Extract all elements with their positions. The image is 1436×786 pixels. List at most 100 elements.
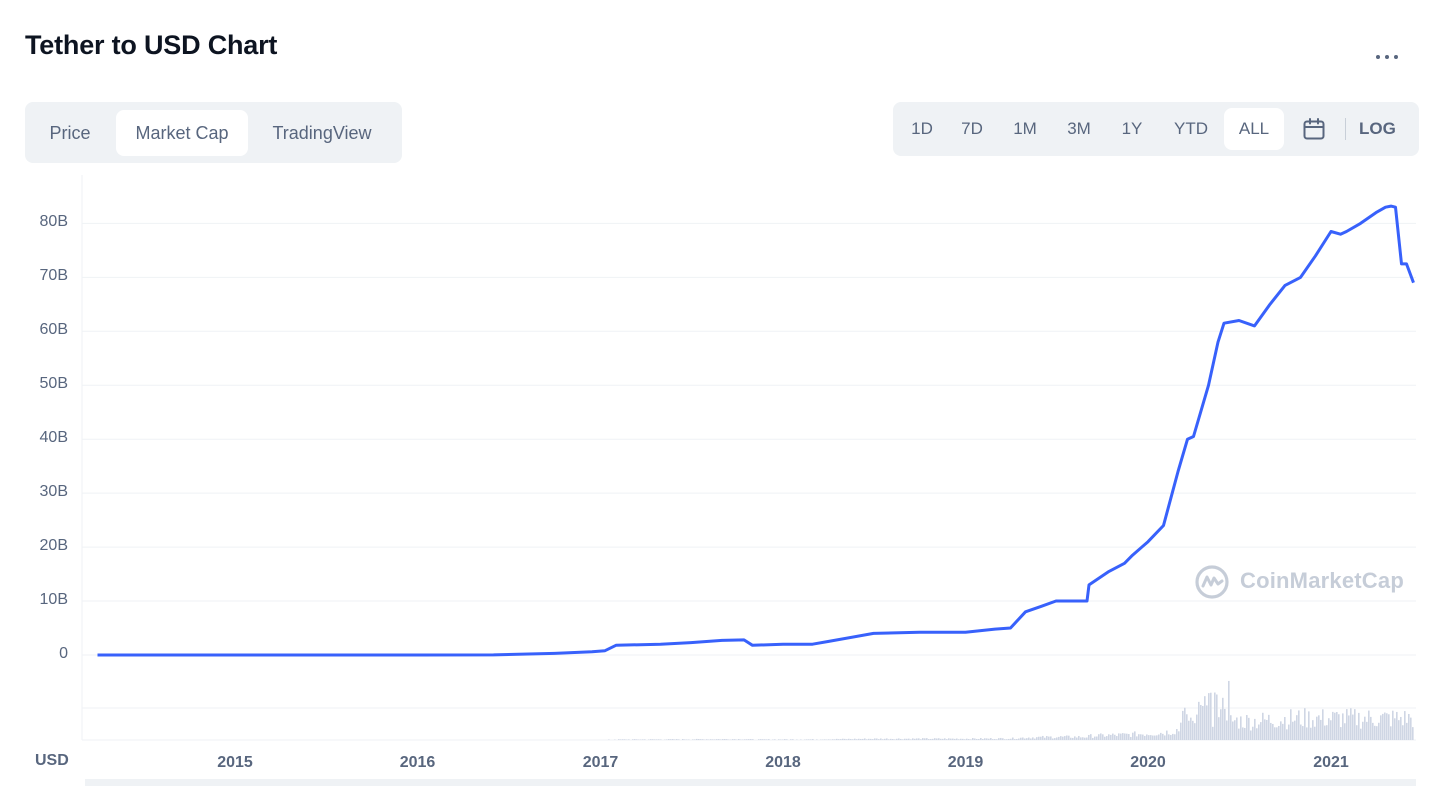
volume-bar bbox=[886, 738, 888, 740]
volume-bar bbox=[982, 738, 984, 740]
volume-bar bbox=[1054, 738, 1056, 740]
volume-bar bbox=[1356, 725, 1358, 740]
volume-bar bbox=[1232, 721, 1234, 740]
volume-bar bbox=[1018, 738, 1020, 740]
volume-bar bbox=[744, 739, 746, 740]
volume-bar bbox=[1402, 725, 1404, 740]
volume-bar bbox=[910, 739, 912, 740]
volume-bar bbox=[698, 739, 700, 740]
volume-bar bbox=[894, 739, 896, 740]
x-tick-label: 2015 bbox=[217, 754, 253, 771]
volume-bar bbox=[1124, 733, 1126, 740]
volume-bar bbox=[942, 738, 944, 740]
volume-bar bbox=[758, 739, 760, 740]
volume-bar bbox=[1164, 735, 1166, 740]
volume-bar bbox=[902, 739, 904, 740]
volume-bar bbox=[1318, 715, 1320, 740]
volume-bar bbox=[1220, 709, 1222, 740]
volume-bar bbox=[634, 739, 636, 740]
volume-bar bbox=[1242, 727, 1244, 740]
volume-bar bbox=[956, 738, 958, 740]
volume-bar bbox=[1276, 727, 1278, 740]
volume-bar bbox=[1090, 734, 1092, 740]
volume-bar bbox=[872, 739, 874, 740]
volume-bar bbox=[1024, 738, 1026, 740]
volume-bar bbox=[1056, 737, 1058, 740]
volume-bar bbox=[1020, 737, 1022, 740]
volume-bar bbox=[1248, 717, 1250, 740]
volume-bar bbox=[738, 739, 740, 740]
volume-bar bbox=[1260, 722, 1262, 740]
volume-bar bbox=[1250, 730, 1252, 740]
volume-bar bbox=[1068, 735, 1070, 740]
volume-bar bbox=[1238, 728, 1240, 740]
volume-bar bbox=[1082, 737, 1084, 740]
volume-bar bbox=[1092, 737, 1094, 740]
volume-bar bbox=[1246, 714, 1248, 740]
volume-bar bbox=[1064, 736, 1066, 740]
volume-bar bbox=[768, 739, 770, 740]
volume-bar bbox=[1180, 722, 1182, 740]
volume-bar bbox=[966, 738, 968, 740]
volume-bar bbox=[660, 739, 662, 740]
x-tick-label: 2020 bbox=[1130, 754, 1166, 771]
volume-bar bbox=[1080, 737, 1082, 740]
volume-bar bbox=[1210, 692, 1212, 740]
volume-bar bbox=[1114, 734, 1116, 740]
y-tick-label: 30B bbox=[39, 483, 68, 501]
volume-bar bbox=[1168, 734, 1170, 740]
volume-bar bbox=[710, 739, 712, 740]
volume-bar bbox=[1034, 738, 1036, 740]
volume-bar bbox=[1162, 733, 1164, 740]
volume-bar bbox=[1376, 726, 1378, 740]
volume-bar bbox=[1320, 719, 1322, 740]
volume-bar bbox=[1406, 722, 1408, 740]
volume-bar bbox=[1146, 734, 1148, 740]
y-tick-label: 70B bbox=[39, 267, 68, 285]
volume-bar bbox=[932, 738, 934, 740]
volume-bar bbox=[918, 738, 920, 740]
volume-bar bbox=[1014, 739, 1016, 740]
volume-bar bbox=[952, 738, 954, 740]
volume-bar bbox=[1234, 720, 1236, 740]
x-tick-label: 2016 bbox=[399, 754, 436, 771]
volume-bar bbox=[1292, 721, 1294, 740]
volume-bar bbox=[1078, 735, 1080, 740]
volume-bar bbox=[1364, 716, 1366, 740]
volume-bar bbox=[850, 739, 852, 740]
volume-bar bbox=[684, 739, 686, 740]
volume-bar bbox=[890, 738, 892, 740]
volume-bar bbox=[900, 738, 902, 740]
volume-bar bbox=[990, 738, 992, 740]
volume-bar bbox=[816, 739, 818, 740]
volume-bar bbox=[854, 738, 856, 740]
volume-bar bbox=[1200, 704, 1202, 740]
volume-bar bbox=[726, 739, 728, 740]
volume-bar bbox=[968, 739, 970, 740]
volume-bar bbox=[868, 738, 870, 740]
volume-bar bbox=[706, 739, 708, 740]
volume-bar bbox=[1358, 712, 1360, 740]
volume-bar bbox=[1072, 737, 1074, 740]
volume-bar bbox=[998, 738, 1000, 740]
volume-bar bbox=[1060, 736, 1062, 740]
volume-bar bbox=[1188, 720, 1190, 740]
volume-bar bbox=[1052, 738, 1054, 740]
volume-bar bbox=[1354, 709, 1356, 740]
volume-bar bbox=[1362, 721, 1364, 740]
volume-bar bbox=[1274, 727, 1276, 740]
volume-bar bbox=[1218, 717, 1220, 740]
volume-bar bbox=[1314, 726, 1316, 740]
volume-bar bbox=[844, 738, 846, 740]
volume-bar bbox=[1258, 724, 1260, 740]
volume-bar bbox=[1280, 721, 1282, 740]
volume-bar bbox=[1150, 735, 1152, 740]
volume-bar bbox=[1208, 693, 1210, 740]
volume-bar bbox=[1206, 705, 1208, 740]
volume-bar bbox=[1392, 710, 1394, 740]
volume-bar bbox=[988, 738, 990, 740]
y-tick-label: 10B bbox=[39, 591, 68, 609]
volume-bar bbox=[888, 739, 890, 740]
volume-bar bbox=[1096, 736, 1098, 740]
volume-bar bbox=[904, 738, 906, 740]
